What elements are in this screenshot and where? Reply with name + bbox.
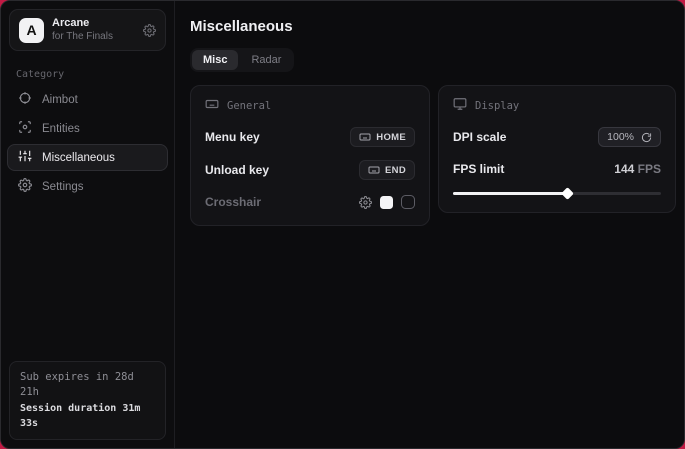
menu-key-button[interactable]: HOME <box>350 127 415 147</box>
monitor-icon <box>453 97 467 114</box>
crosshair-label: Crosshair <box>205 195 261 209</box>
fps-unit: FPS <box>634 162 661 176</box>
keyboard-icon <box>359 131 371 143</box>
settings-cards: General Menu key HOME Unload key END <box>190 85 676 226</box>
crosshair-settings-gear-icon[interactable] <box>359 196 372 209</box>
general-card: General Menu key HOME Unload key END <box>190 85 430 226</box>
fps-number: 144 <box>614 162 634 176</box>
app-window: A Arcane for The Finals Category Aimbot <box>0 0 685 449</box>
app-name: Arcane <box>52 17 135 31</box>
sidebar-item-miscellaneous[interactable]: Miscellaneous <box>7 144 168 171</box>
display-card-header: Display <box>453 97 661 114</box>
crosshair-color-swatch[interactable] <box>380 196 393 209</box>
session-duration-text: Session duration 31m 33s <box>20 401 155 431</box>
sub-expires-text: Sub expires in 28d 21h <box>20 370 155 402</box>
crosshair-checkbox[interactable] <box>401 195 415 209</box>
sidebar-item-label: Entities <box>42 123 80 135</box>
dpi-scale-row: DPI scale 100% <box>453 127 661 147</box>
slider-thumb[interactable] <box>562 187 575 200</box>
tab-misc[interactable]: Misc <box>192 50 238 70</box>
subscription-status-card: Sub expires in 28d 21h Session duration … <box>9 361 166 441</box>
main-content: Miscellaneous Misc Radar General Menu ke… <box>175 1 685 448</box>
sidebar-spacer <box>1 200 174 352</box>
tab-radar[interactable]: Radar <box>240 50 292 70</box>
menu-key-label: Menu key <box>205 130 260 144</box>
dpi-scale-value: 100% <box>607 131 634 143</box>
sidebar-item-label: Miscellaneous <box>42 152 115 164</box>
gear-icon <box>18 178 32 195</box>
fps-limit-value: 144 FPS <box>614 162 661 176</box>
sidebar-nav: Aimbot Entities Miscellaneous Settings <box>1 86 174 200</box>
sliders-icon <box>18 149 32 166</box>
category-label: Category <box>16 69 174 80</box>
display-card-title: Display <box>475 100 519 112</box>
dpi-scale-button[interactable]: 100% <box>598 127 661 147</box>
general-card-header: General <box>205 97 415 114</box>
page-title: Miscellaneous <box>190 18 676 35</box>
display-card: Display DPI scale 100% FPS limit 144 FPS <box>438 85 676 213</box>
sidebar-item-label: Settings <box>42 181 84 193</box>
crosshair-controls <box>359 195 415 209</box>
refresh-icon <box>641 132 652 143</box>
unload-key-button[interactable]: END <box>359 160 415 180</box>
scan-icon <box>18 120 32 137</box>
general-card-title: General <box>227 100 271 112</box>
fps-limit-label: FPS limit <box>453 162 504 176</box>
crosshair-icon <box>18 91 32 108</box>
unload-key-label: Unload key <box>205 163 269 177</box>
slider-fill <box>453 192 567 195</box>
crosshair-row: Crosshair <box>205 193 415 211</box>
fps-limit-row: FPS limit 144 FPS <box>453 160 661 178</box>
profile-text: Arcane for The Finals <box>52 17 135 43</box>
dpi-scale-label: DPI scale <box>453 130 506 144</box>
unload-key-value: END <box>385 165 406 176</box>
unload-key-row: Unload key END <box>205 160 415 180</box>
sidebar: A Arcane for The Finals Category Aimbot <box>1 1 175 448</box>
fps-limit-slider[interactable] <box>453 189 661 198</box>
tab-bar: Misc Radar <box>190 48 294 72</box>
sidebar-item-aimbot[interactable]: Aimbot <box>7 86 168 113</box>
keyboard-icon <box>205 97 219 114</box>
keyboard-icon <box>368 164 380 176</box>
app-logo: A <box>19 18 44 43</box>
menu-key-row: Menu key HOME <box>205 127 415 147</box>
profile-card: A Arcane for The Finals <box>9 9 166 51</box>
app-subtitle: for The Finals <box>52 31 135 44</box>
menu-key-value: HOME <box>376 132 406 143</box>
sidebar-item-entities[interactable]: Entities <box>7 115 168 142</box>
sidebar-item-label: Aimbot <box>42 94 78 106</box>
sidebar-item-settings[interactable]: Settings <box>7 173 168 200</box>
gear-icon[interactable] <box>143 24 156 37</box>
